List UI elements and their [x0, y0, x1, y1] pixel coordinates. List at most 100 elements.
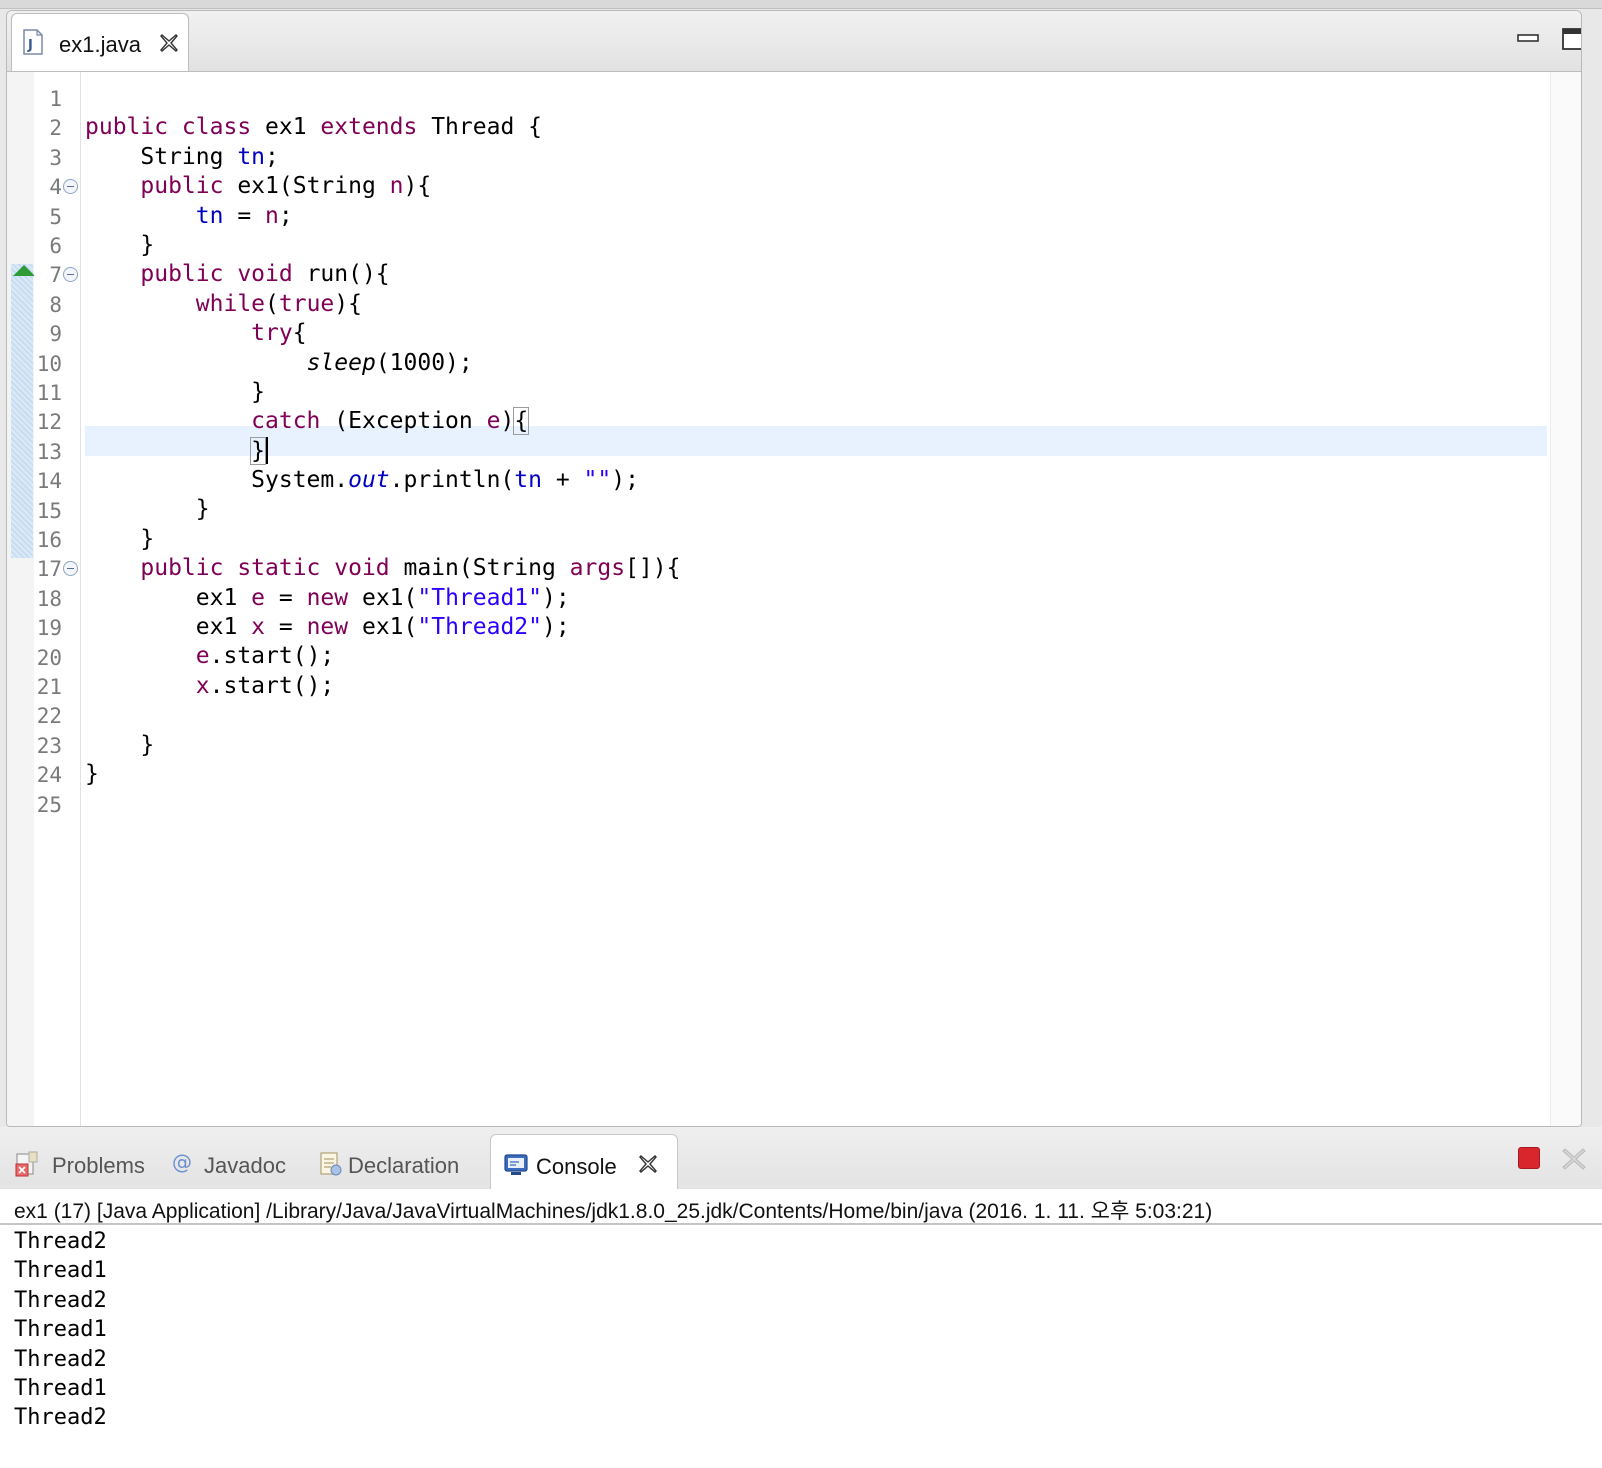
code-token: .start(); [209, 643, 335, 670]
code-token: = [265, 614, 307, 641]
line-number-text: 10 [36, 351, 62, 376]
code-token: run(){ [292, 261, 390, 288]
code-token: new [306, 614, 349, 641]
line-number-text: 15 [36, 498, 62, 523]
code-token: n [389, 173, 404, 200]
code-line: sleep(1000); [85, 349, 680, 378]
line-number: 1 [34, 84, 80, 114]
line-number: 9 [34, 319, 80, 349]
line-number-ruler: 1 2 3 4 5 6 7 8 9 10 11 12 13 14 15 16 17 18 19 20 21 22 23 24 2… [34, 72, 81, 1126]
code-token: ex1 [85, 584, 252, 611]
code-token: = [223, 202, 266, 229]
line-number: 4 [34, 172, 80, 202]
tab-problems[interactable]: Problems [6, 1134, 158, 1189]
console-output-line: Thread1 [14, 1317, 107, 1343]
console-view-part: Problems @ Javadoc Declaration Console e… [0, 1127, 1602, 1468]
editor-part: J ex1.java 1 2 3 4 5 6 7 8 9 10 11 12 13 14 15 16 17 18 19… [6, 10, 1582, 1127]
code-line: public static void main(String args[]){ [85, 554, 680, 583]
code-line: try{ [85, 319, 680, 348]
fold-collapse-icon[interactable] [63, 267, 78, 283]
code-line: } [85, 231, 680, 260]
code-token: public [140, 173, 224, 200]
console-icon [504, 1154, 528, 1175]
line-number: 13 [34, 437, 80, 467]
problems-icon [15, 1151, 38, 1177]
code-token: tn [514, 467, 542, 494]
code-line: public void run(){ [85, 260, 680, 289]
code-token: } [85, 378, 266, 405]
code-token: Thread { [417, 114, 542, 141]
line-number-text: 4 [49, 175, 62, 200]
maximize-icon[interactable] [1559, 25, 1582, 53]
override-method-icon[interactable] [13, 265, 35, 276]
editor-tab-ex1-java[interactable]: J ex1.java [11, 13, 189, 71]
tab-console[interactable]: Console [490, 1134, 678, 1189]
console-output-line: Thread2 [14, 1405, 107, 1431]
line-number-text: 21 [36, 675, 62, 699]
window-top-edge [0, 0, 1602, 9]
close-icon[interactable] [158, 32, 180, 54]
code-editor[interactable]: public class ex1 extends Thread { String… [81, 72, 1547, 1126]
code-token: "Thread1" [417, 584, 542, 611]
line-number: 15 [34, 496, 80, 526]
line-number-text: 11 [36, 381, 62, 405]
remove-launch-icon[interactable] [1560, 1145, 1588, 1173]
code-token: extends [320, 114, 418, 141]
fold-collapse-icon[interactable] [63, 179, 78, 195]
close-icon[interactable] [637, 1153, 659, 1175]
code-token: ; [278, 202, 293, 229]
line-number-text: 22 [36, 704, 62, 729]
code-line: public ex1(String n){ [85, 172, 680, 201]
tab-declaration[interactable]: Declaration [312, 1134, 480, 1189]
line-number-text: 5 [49, 204, 62, 229]
minimize-icon[interactable] [1515, 25, 1543, 53]
code-token: .start(); [209, 672, 335, 699]
code-token: []){ [625, 555, 681, 582]
line-number-text: 24 [36, 763, 62, 788]
code-token: ){ [403, 173, 432, 200]
code-token: (Exception [320, 408, 487, 435]
code-token: n [265, 202, 279, 229]
editor-tab-label: ex1.java [59, 32, 141, 57]
line-number-text: 9 [49, 322, 62, 347]
code-token: public void [140, 261, 293, 288]
line-number-text: 25 [36, 792, 62, 817]
source-code: public class ex1 extends Thread { String… [85, 84, 680, 819]
code-line: public class ex1 extends Thread { [85, 113, 680, 142]
terminate-icon[interactable] [1518, 1147, 1540, 1169]
tab-label: Problems [52, 1153, 145, 1178]
code-token: (1000); [375, 349, 473, 376]
code-token: true [278, 290, 335, 317]
editor-tab-bar: J ex1.java [7, 11, 1581, 72]
line-number-text: 19 [36, 616, 62, 641]
code-token: "Thread2" [417, 614, 542, 641]
code-token: e [486, 408, 501, 435]
code-token: ){ [334, 290, 362, 317]
tab-label: Javadoc [204, 1153, 286, 1178]
annotation-ruler[interactable] [7, 72, 35, 1126]
console-output[interactable]: Thread2 Thread1 Thread2 Thread1 Thread2 Threa… [14, 1227, 107, 1433]
line-number-text: 2 [49, 116, 62, 141]
line-number-text: 18 [36, 586, 62, 611]
line-number: 17 [34, 554, 80, 584]
line-number-text: 16 [36, 528, 62, 552]
java-file-icon: J [23, 29, 43, 55]
line-number: 25 [34, 790, 80, 820]
code-line: tn = n; [85, 202, 680, 231]
code-token: ); [611, 467, 639, 494]
line-number: 14 [34, 466, 80, 496]
svg-text:J: J [27, 38, 33, 53]
fold-collapse-icon[interactable] [63, 561, 78, 577]
code-token: catch [251, 408, 321, 435]
tab-javadoc[interactable]: @ Javadoc [166, 1134, 306, 1189]
editor-vertical-scrollbar[interactable] [1550, 72, 1581, 1126]
code-token: ex1( [348, 584, 418, 611]
process-description: ex1 (17) [Java Application] /Library/Jav… [14, 1200, 1213, 1223]
tab-label: Declaration [348, 1153, 460, 1178]
